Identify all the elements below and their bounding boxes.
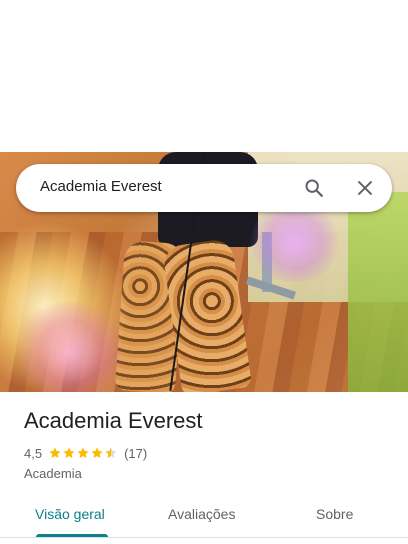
star-icon: [105, 447, 117, 458]
search-icon[interactable]: [302, 176, 326, 200]
close-icon[interactable]: [353, 176, 377, 200]
search-bar[interactable]: Academia Everest: [16, 164, 392, 212]
rating-stars: [48, 446, 118, 460]
tab-overview[interactable]: Visão geral: [35, 506, 105, 522]
place-category: Academia: [24, 466, 82, 481]
top-blank-area: [0, 0, 408, 152]
star-icon: [49, 447, 61, 458]
star-icon: [91, 447, 103, 458]
tab-reviews[interactable]: Avaliações: [168, 506, 235, 522]
review-count[interactable]: (17): [124, 446, 147, 461]
star-icon: [77, 447, 89, 458]
tab-about[interactable]: Sobre: [316, 506, 353, 522]
rating-row[interactable]: 4,5 (17): [24, 444, 147, 462]
rating-value: 4,5: [24, 445, 43, 461]
place-title: Academia Everest: [24, 408, 203, 433]
place-tabs: Visão geral Avaliações Sobre: [0, 494, 408, 538]
star-icon: [63, 447, 75, 458]
tabs-divider: [0, 537, 408, 538]
search-input[interactable]: Academia Everest: [40, 178, 162, 195]
